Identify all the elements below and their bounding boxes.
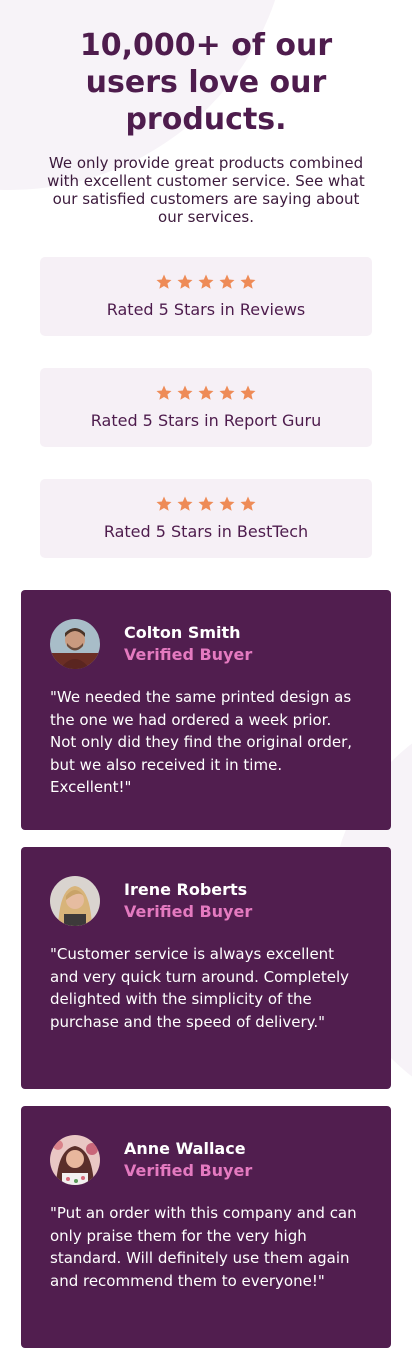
testimonial-card: Colton Smith Verified Buyer "We needed t… <box>21 590 391 830</box>
author-info: Anne Wallace Verified Buyer <box>124 1138 252 1182</box>
star-icon <box>176 384 194 402</box>
star-rating <box>40 495 372 513</box>
avatar <box>50 619 100 669</box>
page-title: 10,000+ of our users love our products. <box>79 28 333 137</box>
verified-buyer-label: Verified Buyer <box>124 1161 253 1180</box>
testimonial-author: Anne Wallace Verified Buyer <box>50 1135 362 1185</box>
author-name: Anne Wallace <box>124 1139 246 1158</box>
star-icon <box>239 384 257 402</box>
rating-label: Rated 5 Stars in BestTech <box>103 522 309 541</box>
star-icon <box>218 273 236 291</box>
star-icon <box>176 495 194 513</box>
author-info: Irene Roberts Verified Buyer <box>124 879 252 923</box>
rating-card: Rated 5 Stars in Reviews <box>40 257 372 336</box>
testimonial-quote: "Put an order with this company and can … <box>50 1204 357 1290</box>
star-icon <box>218 495 236 513</box>
page-description: We only provide great products combined … <box>47 154 365 226</box>
rating-card: Rated 5 Stars in Report Guru <box>40 368 372 447</box>
author-info: Colton Smith Verified Buyer <box>124 622 252 666</box>
star-icon <box>197 273 215 291</box>
star-icon <box>176 273 194 291</box>
avatar <box>50 1135 100 1185</box>
main-content: 10,000+ of our users love our products. … <box>0 0 412 1348</box>
rating-card: Rated 5 Stars in BestTech <box>40 479 372 558</box>
rating-label: Rated 5 Stars in Report Guru <box>90 411 322 430</box>
star-icon <box>218 384 236 402</box>
star-rating <box>40 384 372 402</box>
verified-buyer-label: Verified Buyer <box>124 902 253 921</box>
ratings-section: Rated 5 Stars in Reviews Rated 5 Stars i… <box>40 257 372 558</box>
testimonial-quote: "We needed the same printed design as th… <box>50 688 353 796</box>
star-rating <box>40 273 372 291</box>
star-icon <box>239 273 257 291</box>
rating-label: Rated 5 Stars in Reviews <box>106 300 306 319</box>
star-icon <box>155 495 173 513</box>
testimonial-card: Anne Wallace Verified Buyer "Put an orde… <box>21 1106 391 1348</box>
testimonials-page: 10,000+ of our users love our products. … <box>0 0 412 1372</box>
testimonials-section: Colton Smith Verified Buyer "We needed t… <box>21 590 391 1348</box>
star-icon <box>197 384 215 402</box>
verified-buyer-label: Verified Buyer <box>124 645 253 664</box>
star-icon <box>155 273 173 291</box>
testimonial-author: Colton Smith Verified Buyer <box>50 619 362 669</box>
star-icon <box>239 495 257 513</box>
star-icon <box>155 384 173 402</box>
author-name: Irene Roberts <box>124 880 248 899</box>
author-name: Colton Smith <box>124 623 241 642</box>
avatar <box>50 876 100 926</box>
testimonial-author: Irene Roberts Verified Buyer <box>50 876 362 926</box>
testimonial-quote: "Customer service is always excellent an… <box>50 945 349 1031</box>
testimonial-card: Irene Roberts Verified Buyer "Customer s… <box>21 847 391 1089</box>
star-icon <box>197 495 215 513</box>
